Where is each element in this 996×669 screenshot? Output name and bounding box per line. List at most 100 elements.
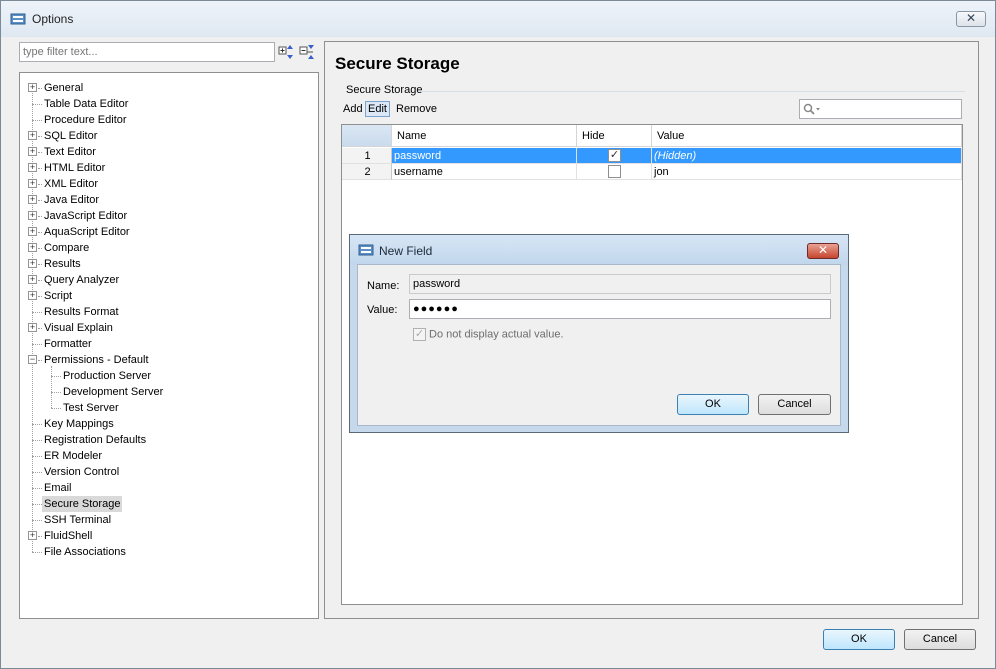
column-header-value[interactable]: Value: [652, 125, 962, 147]
tree-connector: [32, 104, 42, 105]
expand-toggle-icon[interactable]: +: [28, 131, 37, 140]
expand-toggle-icon[interactable]: +: [28, 227, 37, 236]
title-bar[interactable]: Options ✕: [1, 1, 995, 37]
expand-toggle-icon[interactable]: +: [28, 211, 37, 220]
dialog-cancel-button[interactable]: Cancel: [758, 394, 831, 415]
row-hide-cell[interactable]: ✓: [577, 148, 652, 164]
edit-button-label: Edit: [368, 103, 387, 115]
tree-item-label: Compare: [44, 242, 90, 254]
dialog-close-button[interactable]: ✕: [807, 243, 839, 259]
expand-toggle-icon[interactable]: +: [28, 259, 37, 268]
group-divider: [420, 91, 965, 92]
tree-item-label: Production Server: [63, 370, 152, 382]
tree-connector: [51, 408, 61, 409]
do-not-display-label: Do not display actual value.: [429, 328, 564, 341]
tree-subtrunk-line: [51, 366, 52, 408]
window-close-button[interactable]: ✕: [956, 11, 986, 27]
expand-toggle-icon[interactable]: +: [28, 195, 37, 204]
expand-toggle-icon[interactable]: +: [28, 275, 37, 284]
hide-checkbox[interactable]: ✓: [608, 149, 621, 162]
column-header-name[interactable]: Name: [392, 125, 577, 147]
tree-item-label: Results Format: [44, 306, 119, 318]
expand-toggle-icon[interactable]: +: [28, 179, 37, 188]
expand-toggle-icon[interactable]: +: [28, 291, 37, 300]
tree-item-label: Secure Storage: [42, 496, 123, 512]
row-name-cell[interactable]: password: [392, 148, 577, 164]
row-name-cell[interactable]: username: [392, 164, 577, 180]
column-header-hide[interactable]: Hide: [577, 125, 652, 147]
tree-connector: [32, 472, 42, 473]
dialog-body: Name: password Value: ●●●●●● ✓ Do not dis…: [357, 264, 841, 426]
options-app-icon: [10, 13, 26, 25]
tree-connector: [32, 520, 42, 521]
remove-button[interactable]: Remove: [394, 102, 439, 116]
page-title: Secure Storage: [335, 54, 460, 73]
do-not-display-checkbox[interactable]: ✓: [413, 328, 426, 341]
tree-item-label: XML Editor: [44, 178, 99, 190]
tree-item-label: AquaScript Editor: [44, 226, 130, 238]
tree-item-label: Permissions - Default: [44, 354, 149, 366]
tree-item-label: Registration Defaults: [44, 434, 147, 446]
expand-toggle-icon[interactable]: +: [28, 83, 37, 92]
name-field[interactable]: password: [409, 274, 831, 294]
expand-toggle-icon[interactable]: +: [28, 147, 37, 156]
tree-connector: [32, 552, 42, 553]
collapse-toggle-icon[interactable]: −: [28, 355, 37, 364]
close-icon: ✕: [817, 243, 829, 257]
hide-checkbox[interactable]: [608, 165, 621, 178]
tree-trunk-line: [32, 88, 33, 552]
table-row[interactable]: 2 username jon: [342, 164, 962, 180]
expand-toggle-icon[interactable]: +: [28, 243, 37, 252]
collapse-all-icon[interactable]: [299, 43, 317, 61]
tree-connector: [32, 120, 42, 121]
table-corner-header[interactable]: [342, 125, 392, 147]
tree-item-label: Table Data Editor: [44, 98, 129, 110]
dialog-ok-button[interactable]: OK: [677, 394, 749, 415]
tree-item-label: Java Editor: [44, 194, 100, 206]
search-icon: [803, 103, 820, 115]
tree-item-label: Procedure Editor: [44, 114, 127, 126]
ok-button[interactable]: OK: [823, 629, 895, 650]
expand-toggle-icon[interactable]: +: [28, 163, 37, 172]
window-title: Options: [32, 12, 74, 26]
options-tree[interactable]: + General Table Data Editor Procedure Edito…: [19, 72, 319, 619]
expand-toggle-icon[interactable]: +: [28, 323, 37, 332]
name-label: Name:: [367, 280, 400, 292]
add-button-label: Add: [343, 103, 363, 115]
tree-connector: [32, 424, 42, 425]
dialog-title: New Field: [379, 244, 433, 258]
row-value-cell[interactable]: (Hidden): [652, 148, 962, 164]
edit-button[interactable]: Edit: [365, 101, 390, 117]
dialog-title-bar[interactable]: New Field ✕: [350, 235, 848, 265]
row-hide-cell[interactable]: [577, 164, 652, 180]
tree-item-label: Development Server: [63, 386, 164, 398]
tree-item-label: FluidShell: [44, 530, 93, 542]
row-number[interactable]: 2: [342, 164, 392, 180]
value-label: Value:: [367, 304, 398, 316]
group-label: Secure Storage: [346, 84, 423, 96]
tree-item-label: Script: [44, 290, 73, 302]
tree-item-label: Test Server: [63, 402, 119, 414]
table-search-input[interactable]: [799, 99, 962, 119]
cancel-button[interactable]: Cancel: [904, 629, 976, 650]
new-field-dialog: New Field ✕ Name: password Value: ●●●●●●…: [349, 234, 849, 433]
tree-item-label: File Associations: [44, 546, 126, 558]
tree-item-label: Results: [44, 258, 81, 270]
tree-item-label: ER Modeler: [44, 450, 103, 462]
do-not-display-checkbox-row[interactable]: ✓ Do not display actual value.: [413, 328, 564, 341]
value-password-field[interactable]: ●●●●●●: [409, 299, 831, 319]
tree-connector: [32, 440, 42, 441]
tree-connector: [32, 456, 42, 457]
row-value-cell[interactable]: jon: [652, 164, 962, 180]
add-button[interactable]: Add: [341, 102, 365, 116]
tree-item-label: JavaScript Editor: [44, 210, 128, 222]
expand-toggle-icon[interactable]: +: [28, 531, 37, 540]
filter-input[interactable]: [19, 42, 275, 62]
expand-all-icon[interactable]: [278, 43, 296, 61]
tree-item-label: Query Analyzer: [44, 274, 120, 286]
close-icon: ✕: [965, 11, 977, 25]
tree-item-label: HTML Editor: [44, 162, 106, 174]
tree-item-label: Text Editor: [44, 146, 96, 158]
row-number[interactable]: 1: [342, 148, 392, 164]
table-row[interactable]: 1 password ✓ (Hidden): [342, 148, 962, 164]
